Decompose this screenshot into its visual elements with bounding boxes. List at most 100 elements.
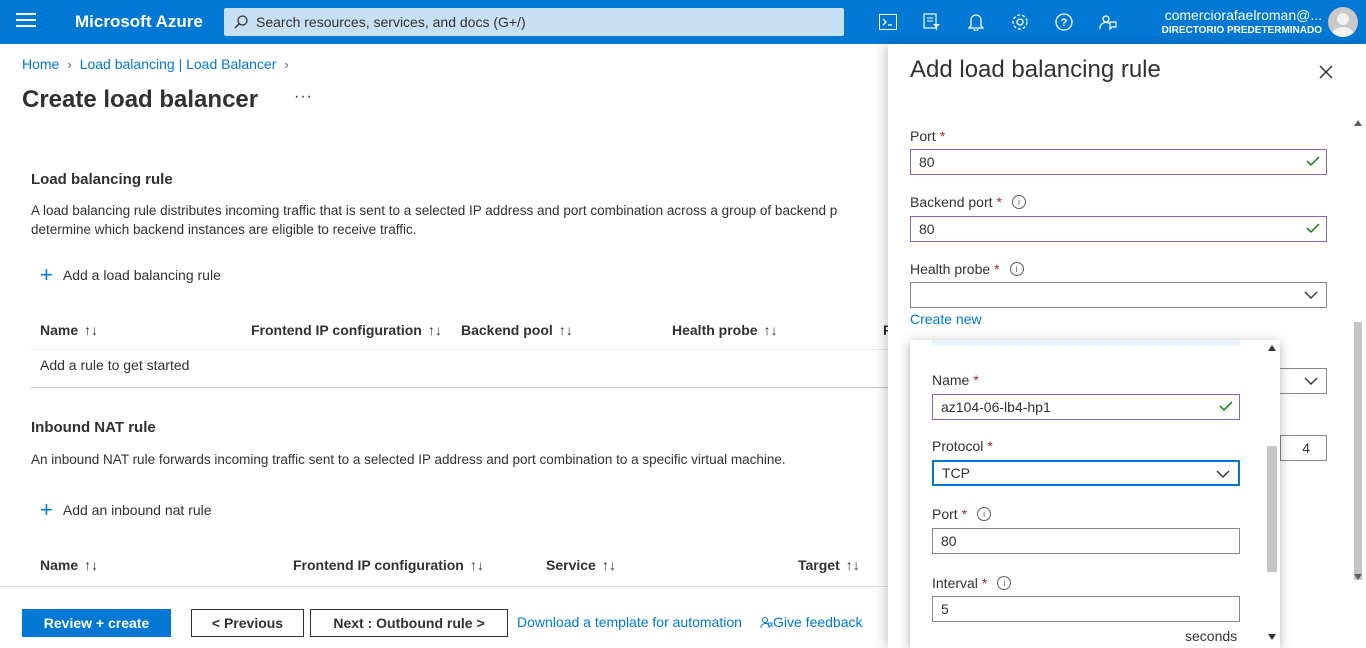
directory-filter-icon[interactable]: [910, 0, 954, 44]
help-icon[interactable]: ?: [1042, 0, 1086, 44]
breadcrumb-load-balancing[interactable]: Load balancing | Load Balancer: [80, 56, 277, 72]
column-header-backend-pool[interactable]: Backend pool ↑↓: [461, 322, 573, 338]
divider: [31, 349, 901, 350]
plus-icon: +: [40, 262, 53, 287]
hamburger-menu-icon[interactable]: [16, 13, 36, 31]
previous-button[interactable]: < Previous: [191, 609, 304, 637]
chevron-down-icon: [1304, 291, 1318, 299]
chevron-right-icon: ›: [284, 56, 289, 72]
info-icon[interactable]: i: [997, 576, 1012, 590]
chevron-down-icon: [1304, 377, 1318, 385]
add-lb-rule-label: Add a load balancing rule: [62, 267, 221, 283]
nat-column-header-frontend-ip[interactable]: Frontend IP configuration ↑↓: [293, 557, 484, 573]
download-template-link[interactable]: Download a template for automation: [517, 614, 742, 630]
add-lb-rule-button[interactable]: + Add a load balancing rule: [40, 262, 221, 287]
port-field[interactable]: 80: [910, 149, 1327, 175]
account-directory: DIRECTORIO PREDETERMINADO: [1161, 25, 1322, 36]
panel-title: Add load balancing rule: [910, 56, 1161, 83]
checkmark-icon: [1306, 156, 1320, 167]
column-header-name[interactable]: Name ↑↓: [40, 322, 98, 338]
lb-rule-description-line1: A load balancing rule distributes incomi…: [31, 203, 838, 218]
brand-title[interactable]: Microsoft Azure: [75, 12, 203, 32]
probe-port-field[interactable]: 80: [932, 528, 1240, 554]
scroll-up-icon[interactable]: [1268, 345, 1276, 351]
sort-icon: ↑↓: [763, 322, 778, 338]
page-title: Create load balancer: [22, 86, 259, 113]
more-options-button[interactable]: ···: [294, 88, 313, 106]
protocol-label: Protocol *: [932, 438, 993, 454]
session-persistence-dropdown[interactable]: [1278, 368, 1327, 394]
breadcrumb-home[interactable]: Home: [22, 56, 59, 72]
interval-unit: seconds: [1185, 628, 1238, 644]
sort-icon: ↑↓: [469, 557, 484, 573]
scroll-up-icon[interactable]: [1354, 120, 1362, 126]
sort-icon: ↑↓: [558, 322, 573, 338]
info-icon[interactable]: i: [1011, 195, 1026, 209]
checkmark-icon: [1306, 223, 1320, 234]
scrollbar-thumb[interactable]: [1267, 446, 1277, 572]
close-icon[interactable]: [1316, 62, 1336, 82]
feedback-person-icon: [760, 616, 773, 628]
health-probe-dropdown[interactable]: [910, 282, 1327, 308]
info-icon[interactable]: i: [977, 507, 992, 521]
probe-port-label: Port * i: [932, 506, 992, 522]
column-header-frontend-ip[interactable]: Frontend IP configuration ↑↓: [251, 322, 442, 338]
interval-label: Interval * i: [932, 575, 1012, 591]
cloud-shell-icon[interactable]: [866, 0, 910, 44]
empty-rule-row: Add a rule to get started: [40, 357, 190, 373]
create-health-probe-popup: Name * az104-06-lb4-hp1 Protocol * TCP Por…: [910, 340, 1280, 648]
column-header-health-probe[interactable]: Health probe ↑↓: [672, 322, 778, 338]
protocol-dropdown[interactable]: TCP: [932, 460, 1240, 486]
scrollbar-thumb[interactable]: [1354, 322, 1362, 580]
breadcrumb: Home › Load balancing | Load Balancer ›: [22, 56, 297, 72]
popup-scrollbar[interactable]: [1264, 340, 1280, 648]
feedback-icon[interactable]: [1086, 0, 1130, 44]
plus-icon: +: [40, 497, 53, 522]
idle-timeout-field[interactable]: 4: [1280, 435, 1327, 461]
scroll-down-icon[interactable]: [1268, 634, 1276, 640]
chevron-down-icon: [1216, 470, 1230, 478]
nat-rule-description: An inbound NAT rule forwards incoming tr…: [31, 452, 786, 467]
sort-icon: ↑↓: [601, 557, 616, 573]
backend-port-field[interactable]: 80: [910, 216, 1327, 242]
sort-icon: ↑↓: [845, 557, 860, 573]
add-nat-rule-label: Add an inbound nat rule: [62, 502, 212, 518]
info-icon[interactable]: i: [1009, 262, 1024, 276]
backend-port-label: Backend port * i: [910, 194, 1026, 210]
create-new-probe-link[interactable]: Create new: [910, 311, 982, 327]
lb-rule-title: Load balancing rule: [31, 171, 173, 188]
sort-icon: ↑↓: [84, 557, 99, 573]
health-probe-label: Health probe * i: [910, 261, 1024, 277]
svg-text:?: ?: [1061, 17, 1068, 29]
chevron-right-icon: ›: [67, 56, 72, 72]
review-create-button[interactable]: Review + create: [22, 609, 171, 637]
scroll-down-icon[interactable]: [1354, 574, 1362, 580]
search-icon: [234, 15, 248, 29]
settings-icon[interactable]: [998, 0, 1042, 44]
account-menu[interactable]: comerciorafaelroman@... DIRECTORIO PREDE…: [1162, 7, 1322, 36]
nat-rule-title: Inbound NAT rule: [31, 419, 156, 436]
next-button[interactable]: Next : Outbound rule >: [310, 609, 508, 637]
divider: [31, 387, 901, 388]
interval-field[interactable]: 5: [932, 596, 1240, 622]
lb-rule-description: A load balancing rule distributes incomi…: [31, 201, 901, 239]
nat-column-header-service[interactable]: Service ↑↓: [546, 557, 616, 573]
avatar[interactable]: [1328, 7, 1358, 37]
notifications-icon[interactable]: [954, 0, 998, 44]
account-name: comerciorafaelroman@...: [1164, 7, 1322, 23]
footer-bar: Review + create < Previous Next : Outbou…: [0, 586, 890, 648]
nat-column-header-target[interactable]: Target ↑↓: [798, 557, 860, 573]
nat-column-header-name[interactable]: Name ↑↓: [40, 557, 98, 573]
top-bar: Microsoft Azure ? comerciorafaelroman@..…: [0, 0, 1366, 44]
search-input[interactable]: [256, 14, 816, 30]
popup-top-edge: [932, 340, 1240, 346]
probe-name-label: Name *: [932, 372, 979, 388]
global-search[interactable]: [224, 8, 844, 36]
sort-icon: ↑↓: [84, 322, 99, 338]
give-feedback-link[interactable]: Give feedback: [760, 614, 863, 630]
add-nat-rule-button[interactable]: + Add an inbound nat rule: [40, 497, 212, 522]
sort-icon: ↑↓: [427, 322, 442, 338]
probe-name-field[interactable]: az104-06-lb4-hp1: [932, 394, 1240, 420]
panel-scrollbar[interactable]: [1352, 118, 1364, 586]
lb-rule-description-line2: determine which backend instances are el…: [31, 222, 417, 237]
